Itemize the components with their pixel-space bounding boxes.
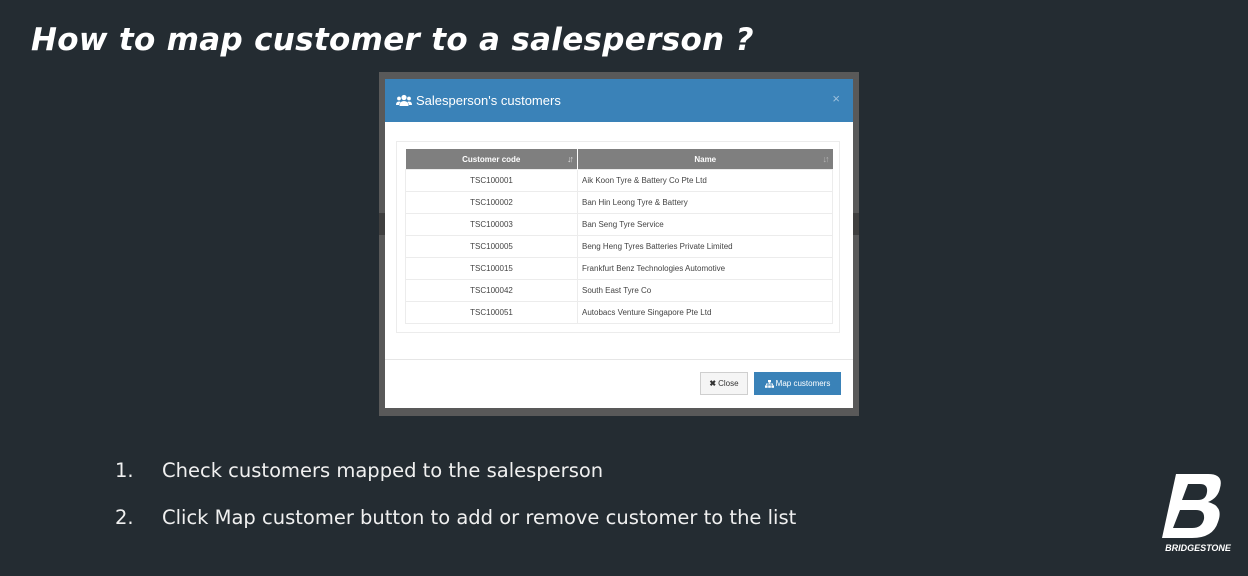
cell-customer-code: TSC100001 (405, 169, 578, 192)
column-header-name[interactable]: Name ↓↑ (577, 149, 833, 170)
salesperson-customers-modal: Salesperson's customers × Customer code … (385, 79, 853, 408)
times-icon: ✖ (709, 379, 717, 388)
cell-name: Frankfurt Benz Technologies Automotive (577, 257, 833, 280)
bridgestone-logo: BRIDGESTONE (1158, 470, 1238, 558)
step-item: 1. Check customers mapped to the salespe… (115, 459, 796, 483)
users-icon (396, 94, 412, 107)
sort-icon: ↓↑ (567, 154, 574, 164)
table-row[interactable]: TSC100051 Autobacs Venture Singapore Pte… (405, 301, 833, 324)
step-number: 2. (115, 506, 134, 529)
cell-name: Beng Heng Tyres Batteries Private Limite… (577, 235, 833, 258)
table-row[interactable]: TSC100002 Ban Hin Leong Tyre & Battery (405, 191, 833, 214)
close-button[interactable]: ✖ Close (700, 372, 748, 395)
cell-customer-code: TSC100003 (405, 213, 578, 236)
slide-title: How to map customer to a salesperson ? (31, 22, 754, 58)
bridgestone-b-icon (1162, 474, 1221, 538)
sort-icon: ↓↑ (822, 154, 830, 164)
map-customers-button[interactable]: Map customers (754, 372, 841, 395)
cell-customer-code: TSC100015 (405, 257, 578, 280)
cell-name: South East Tyre Co (577, 279, 833, 302)
close-icon[interactable]: × (832, 91, 840, 106)
cell-name: Autobacs Venture Singapore Pte Ltd (577, 301, 833, 324)
table-row[interactable]: TSC100001 Aik Koon Tyre & Battery Co Pte… (405, 169, 833, 192)
customers-table: Customer code ↓↑ Name ↓↑ TSC100001 Aik K… (405, 149, 833, 324)
cell-customer-code: TSC100051 (405, 301, 578, 324)
modal-title: Salesperson's customers (416, 93, 561, 108)
modal-footer: ✖ Close Map customers (385, 359, 853, 409)
cell-customer-code: TSC100042 (405, 279, 578, 302)
step-number: 1. (115, 459, 134, 482)
table-row[interactable]: TSC100042 South East Tyre Co (405, 279, 833, 302)
table-row[interactable]: TSC100005 Beng Heng Tyres Batteries Priv… (405, 235, 833, 258)
cell-name: Ban Hin Leong Tyre & Battery (577, 191, 833, 214)
logo-wordmark: BRIDGESTONE (1165, 543, 1231, 553)
instruction-steps: 1. Check customers mapped to the salespe… (115, 459, 796, 530)
modal-body: Customer code ↓↑ Name ↓↑ TSC100001 Aik K… (396, 141, 840, 333)
screenshot-frame: Salesperson's customers × Customer code … (379, 72, 859, 416)
table-row[interactable]: TSC100015 Frankfurt Benz Technologies Au… (405, 257, 833, 280)
cell-name: Aik Koon Tyre & Battery Co Pte Ltd (577, 169, 833, 192)
cell-customer-code: TSC100002 (405, 191, 578, 214)
step-text: Check customers mapped to the salesperso… (162, 459, 604, 482)
column-header-customer-code[interactable]: Customer code ↓↑ (405, 149, 578, 170)
table-row[interactable]: TSC100003 Ban Seng Tyre Service (405, 213, 833, 236)
modal-header: Salesperson's customers × (385, 79, 853, 122)
cell-customer-code: TSC100005 (405, 235, 578, 258)
step-item: 2. Click Map customer button to add or r… (115, 506, 796, 530)
step-text: Click Map customer button to add or remo… (162, 506, 797, 529)
sitemap-icon (764, 379, 774, 388)
cell-name: Ban Seng Tyre Service (577, 213, 833, 236)
